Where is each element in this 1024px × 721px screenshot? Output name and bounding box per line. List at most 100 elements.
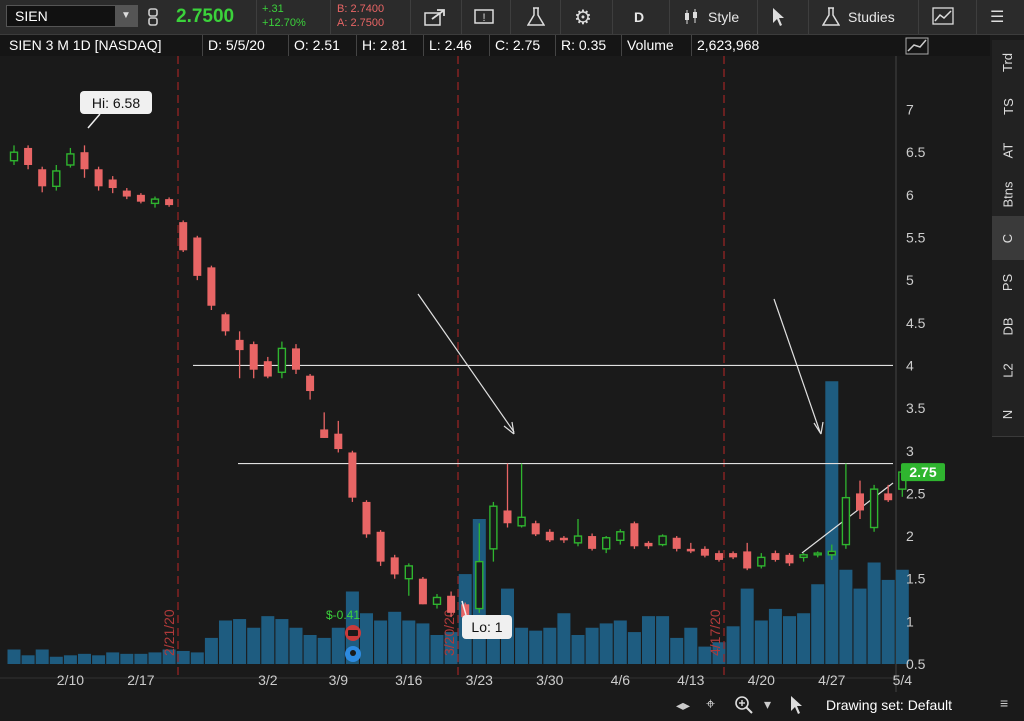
candle-body-down — [80, 152, 89, 170]
volume-bar — [585, 627, 599, 664]
alert-icon[interactable]: ! — [474, 0, 496, 34]
candle-body-down — [221, 314, 230, 332]
candle-body-up — [827, 550, 836, 556]
chart-title: SIEN 3 M 1D [NASDAQ] — [4, 35, 203, 56]
candle-body-down — [320, 429, 329, 438]
candle-body-up — [404, 565, 413, 580]
volume-bar — [247, 627, 261, 664]
volume-bar — [35, 649, 49, 664]
share-icon[interactable] — [424, 0, 446, 34]
y-tick-label: 5 — [906, 272, 914, 288]
candle-body-down — [334, 433, 343, 450]
candle-body-up — [66, 153, 75, 166]
y-tick-label: 0.5 — [906, 656, 926, 672]
candle-body-down — [630, 523, 639, 547]
tab-n[interactable]: N — [992, 392, 1024, 437]
tab-trd[interactable]: Trd — [992, 40, 1024, 85]
volume-bar — [120, 653, 134, 664]
x-tick-label: 5/4 — [893, 672, 913, 688]
candle-body-down — [263, 361, 272, 377]
studies-button[interactable]: Studies — [822, 0, 895, 34]
link-icon[interactable] — [147, 0, 159, 34]
tab-btns[interactable]: Btns — [992, 172, 1024, 217]
tab-ps[interactable]: PS — [992, 260, 1024, 305]
earnings-event-glyph — [348, 630, 358, 636]
low-callout-label: Lo: 1 — [471, 619, 502, 635]
volume-bar — [571, 635, 585, 664]
symbol-dropdown-icon[interactable]: ▼ — [115, 6, 137, 26]
y-tick-label: 2.5 — [906, 485, 926, 501]
y-tick-label: 5.5 — [906, 230, 926, 246]
volume-bar — [261, 616, 275, 664]
zoom-dropdown-icon[interactable]: ▾ — [764, 696, 771, 713]
chart-canvas[interactable]: 2/21/20 3/20/20 4/17/20 Hi: 6.58 Lo: 1 $-0.4… — [0, 56, 990, 692]
volume-bar — [670, 637, 684, 664]
volume-bar — [754, 620, 768, 664]
volume-bar — [656, 616, 670, 664]
drawing-set-menu-icon[interactable]: ≡ — [1000, 695, 1008, 711]
right-side-tabs: Trd TS AT Btns C PS DB L2 N — [992, 36, 1024, 466]
style-button[interactable]: Style — [683, 0, 739, 34]
drawings-icon[interactable] — [932, 0, 958, 34]
info-date: D: 5/5/20 — [203, 35, 289, 56]
y-tick-label: 1 — [906, 613, 914, 629]
tab-label: TS — [1000, 97, 1016, 115]
menu-icon[interactable]: ☰ — [990, 0, 1004, 34]
volume-bar — [726, 626, 740, 664]
y-tick-label: 2 — [906, 528, 914, 544]
tab-c[interactable]: C — [992, 216, 1024, 261]
candle-body-up — [799, 554, 808, 559]
volume-bar — [543, 627, 557, 664]
symbol-input[interactable]: SIEN ▼ — [6, 5, 138, 27]
flask-icon[interactable] — [527, 0, 545, 34]
candle-body-down — [856, 493, 864, 511]
candle-body-up — [517, 516, 526, 527]
volume-bar — [148, 652, 162, 664]
candle-body-down — [24, 147, 33, 165]
symbol-text: SIEN — [15, 8, 48, 24]
candle-body-up — [432, 596, 442, 605]
crosshair-icon[interactable]: ⌖ — [706, 696, 715, 714]
candle-body-down — [249, 344, 258, 370]
volume-bar — [219, 620, 232, 664]
volume-bar — [768, 608, 782, 664]
info-bar: SIEN 3 M 1D [NASDAQ] D: 5/5/20 O: 2.51 H… — [0, 35, 990, 56]
volume-bar — [204, 637, 218, 664]
candle-body-up — [869, 488, 879, 529]
price-chart[interactable]: 2/21/20 3/20/20 4/17/20 Hi: 6.58 Lo: 1 $-0.4… — [0, 56, 990, 692]
drawing-set-label[interactable]: Drawing set: Default — [826, 697, 952, 713]
candle-body-down — [390, 557, 399, 575]
volume-bar — [867, 562, 881, 664]
gear-icon[interactable]: ⚙ — [574, 0, 592, 34]
tab-l2[interactable]: L2 — [992, 348, 1024, 393]
candle-body-down — [785, 554, 794, 564]
chart-settings-icon[interactable] — [900, 36, 936, 56]
info-volume-label: Volume — [622, 35, 692, 56]
y-tick-label: 3 — [906, 443, 914, 459]
scroll-arrows-icon[interactable]: ◂▸ — [676, 697, 690, 714]
y-tick-label: 6 — [906, 187, 914, 203]
volume-bar — [78, 653, 91, 664]
info-volume-value: 2,623,968 — [697, 37, 760, 53]
candle-body-down — [715, 553, 723, 560]
tab-label: C — [1000, 233, 1016, 243]
tab-db[interactable]: DB — [992, 304, 1024, 349]
candle-body-down — [588, 536, 597, 549]
candle-body-down — [559, 537, 568, 541]
candle-body-down — [771, 553, 780, 560]
tab-ts[interactable]: TS — [992, 84, 1024, 129]
cursor-tool-icon[interactable] — [772, 0, 786, 34]
volume-bar — [783, 616, 796, 664]
volume-bar — [303, 635, 317, 664]
studies-flask-icon — [822, 7, 840, 26]
bid-price: B: 2.7400 — [337, 3, 385, 15]
zoom-in-icon[interactable] — [733, 694, 755, 721]
period-button[interactable]: D — [634, 0, 644, 34]
volume-bar — [515, 627, 529, 664]
pointer-icon[interactable] — [790, 695, 804, 720]
tab-at[interactable]: AT — [992, 128, 1024, 173]
candle-body-up — [841, 496, 851, 546]
candle-body-down — [38, 169, 47, 187]
candle-body-down — [235, 339, 244, 351]
last-price-badge: 2.75 — [901, 463, 945, 482]
